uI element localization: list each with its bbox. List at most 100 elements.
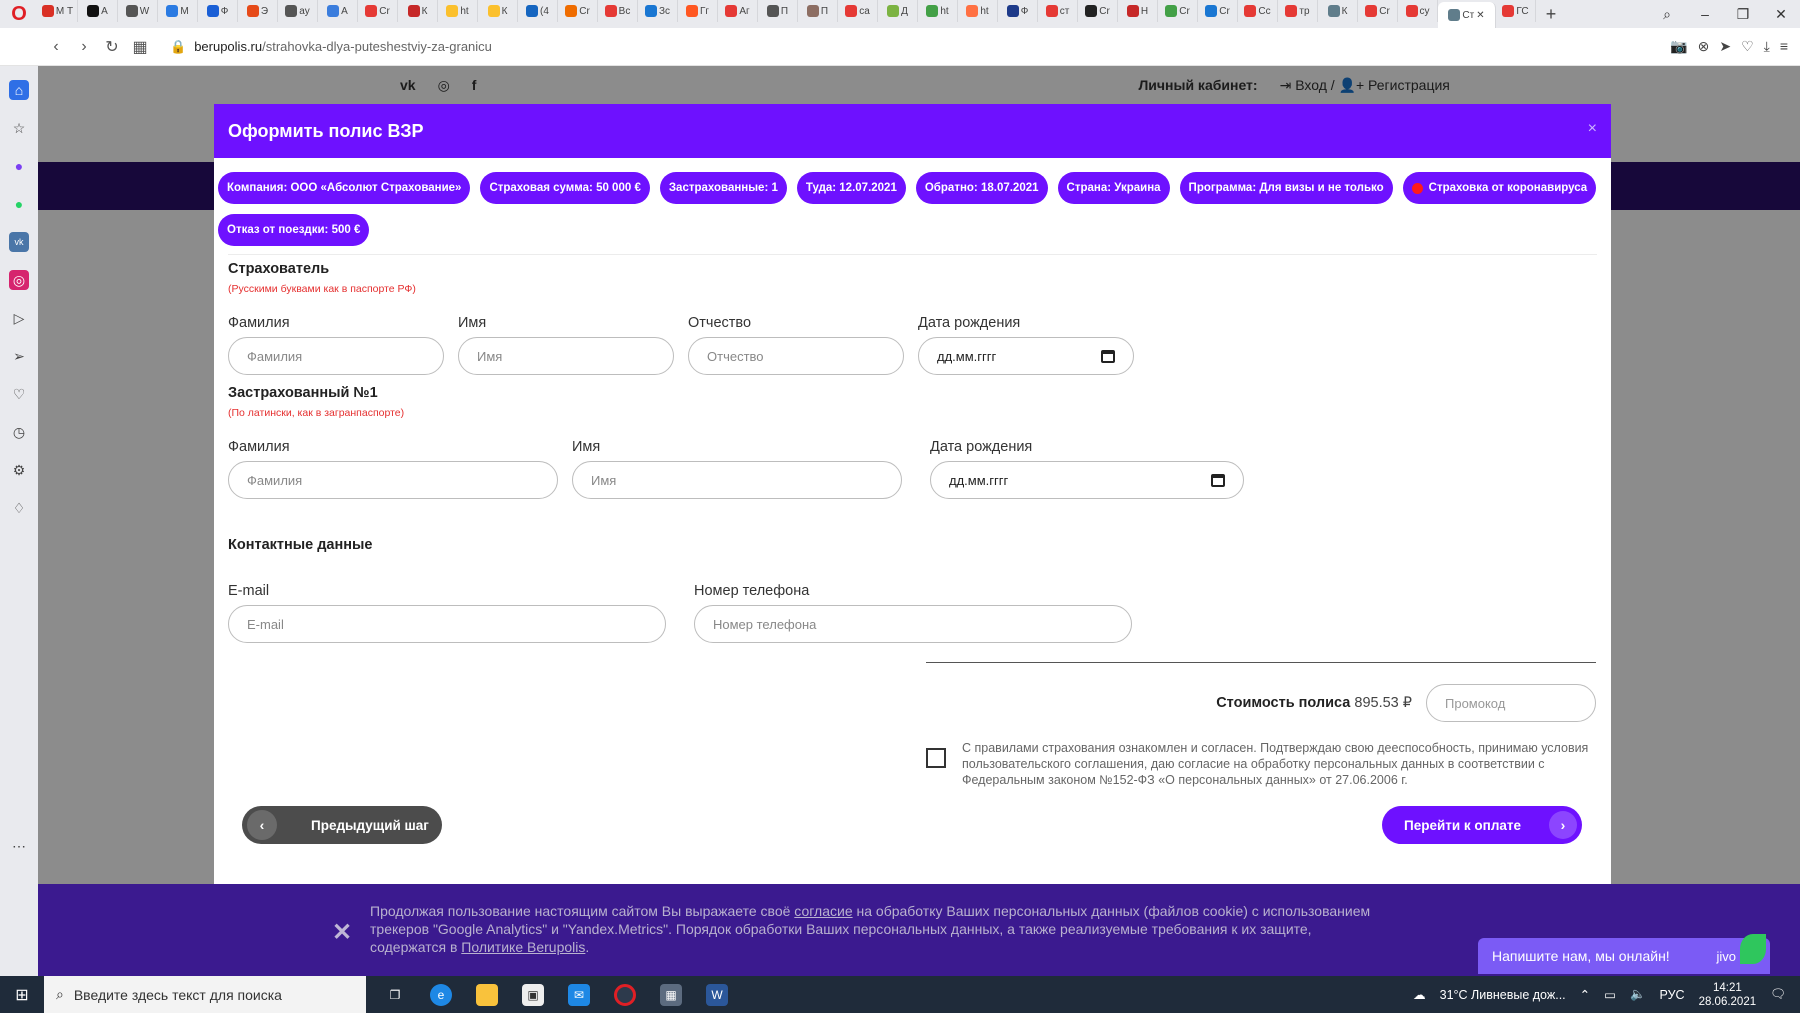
browser-tab[interactable]: Э	[238, 0, 278, 22]
browser-tab[interactable]: А	[318, 0, 358, 22]
browser-tab[interactable]: су	[1398, 0, 1438, 22]
browser-tab[interactable]: M Т	[38, 0, 78, 22]
browser-tab[interactable]: К	[478, 0, 518, 22]
weather-icon[interactable]: ☁	[1413, 987, 1426, 1002]
history-icon[interactable]: ◷	[9, 422, 29, 442]
browser-tab[interactable]: ст	[1038, 0, 1078, 22]
settings-icon[interactable]: ⚙	[9, 460, 29, 480]
send-icon[interactable]: ➤	[1719, 38, 1731, 55]
word-icon[interactable]: W	[706, 983, 728, 1006]
restore-button[interactable]: ❐	[1724, 0, 1762, 28]
insured-lastname-input[interactable]: Фамилия	[228, 461, 558, 499]
insured-firstname-input[interactable]: Имя	[572, 461, 902, 499]
browser-tab[interactable]: ht	[958, 0, 998, 22]
browser-tab[interactable]: (4	[518, 0, 558, 22]
new-tab-button[interactable]: +	[1536, 4, 1566, 25]
browser-tab[interactable]: Cr	[1158, 0, 1198, 22]
tips-icon[interactable]: ♢	[9, 498, 29, 518]
opera-taskbar-icon[interactable]	[614, 983, 636, 1006]
heart-icon[interactable]: ♡	[1741, 38, 1754, 55]
browser-tab[interactable]: A	[78, 0, 118, 22]
mail-icon[interactable]: ✉	[568, 983, 590, 1006]
insurer-birthdate-input[interactable]: дд.мм.гггг	[918, 337, 1134, 375]
insurer-middlename-input[interactable]: Отчество	[688, 337, 904, 375]
browser-tab[interactable]: Cr	[358, 0, 398, 22]
url-field[interactable]: 🔒 berupolis.ru/strahovka-dlya-puteshestv…	[170, 39, 492, 55]
go-to-payment-button[interactable]: Перейти к оплате ›	[1382, 806, 1582, 844]
taskbar-search[interactable]: ⌕ Введите здесь текст для поиска	[44, 976, 366, 1013]
opera-menu-icon[interactable]: O	[0, 0, 38, 28]
browser-tab[interactable]: П	[758, 0, 798, 22]
task-view-icon[interactable]: ❐	[384, 984, 406, 1006]
agreement-checkbox[interactable]	[926, 748, 946, 768]
browser-tab[interactable]: Cr	[558, 0, 598, 22]
back-icon[interactable]: ‹	[42, 38, 70, 56]
notification-icon[interactable]: 🗨	[1770, 987, 1786, 1002]
weather-text[interactable]: 31°C Ливневые дож...	[1440, 988, 1566, 1002]
download-icon[interactable]: ⤓	[1764, 38, 1770, 55]
browser-tab[interactable]: Сс	[1238, 0, 1278, 22]
adblock-icon[interactable]: ⊗	[1698, 38, 1710, 55]
store-icon[interactable]: ▣	[522, 983, 544, 1006]
search-tabs-icon[interactable]: ⌕	[1648, 0, 1686, 28]
favorites-icon[interactable]: ♡	[9, 384, 29, 404]
insured-birthdate-input[interactable]: дд.мм.гггг	[930, 461, 1244, 499]
close-icon[interactable]: ×	[1588, 120, 1597, 138]
close-icon[interactable]: ✕	[332, 918, 352, 947]
browser-tab[interactable]: К	[398, 0, 438, 22]
camera-icon[interactable]: 📷	[1670, 38, 1687, 55]
player-icon[interactable]: ▷	[9, 308, 29, 328]
volume-icon[interactable]: 🔈	[1630, 987, 1646, 1002]
explorer-icon[interactable]	[476, 983, 498, 1006]
home-icon[interactable]: ⌂	[9, 80, 29, 100]
calendar-icon[interactable]	[1101, 349, 1115, 363]
browser-tab[interactable]: ау	[278, 0, 318, 22]
browser-tab[interactable]: Cr	[1078, 0, 1118, 22]
browser-tab[interactable]: Аг	[718, 0, 758, 22]
browser-tab[interactable]: Гг	[678, 0, 718, 22]
edge-icon[interactable]: e	[430, 983, 452, 1006]
browser-tab[interactable]: М	[158, 0, 198, 22]
minimize-button[interactable]: –	[1686, 0, 1724, 28]
chat-widget[interactable]: Напишите нам, мы онлайн! jivo	[1478, 934, 1770, 974]
messenger-icon[interactable]: ●	[9, 156, 29, 176]
browser-tab[interactable]: Cr	[1198, 0, 1238, 22]
forward-icon[interactable]: ›	[70, 38, 98, 56]
more-icon[interactable]: ⋯	[9, 836, 29, 856]
calendar-icon[interactable]	[1211, 473, 1225, 487]
insurer-firstname-input[interactable]: Имя	[458, 337, 674, 375]
browser-tab[interactable]: ht	[918, 0, 958, 22]
insurer-lastname-input[interactable]: Фамилия	[228, 337, 444, 375]
browser-tab[interactable]: W	[118, 0, 158, 22]
browser-tab[interactable]: К	[1318, 0, 1358, 22]
browser-tab[interactable]: Н	[1118, 0, 1158, 22]
calculator-icon[interactable]: ▦	[660, 983, 682, 1006]
browser-tab[interactable]: Ф	[998, 0, 1038, 22]
vk-icon[interactable]: vk	[9, 232, 29, 252]
browser-tab[interactable]: Ф	[198, 0, 238, 22]
browser-tab[interactable]: ГС	[1496, 0, 1536, 22]
speed-dial-icon[interactable]: ▦	[126, 37, 154, 57]
browser-tab[interactable]: Зс	[638, 0, 678, 22]
previous-step-button[interactable]: ‹ Предыдущий шаг	[242, 806, 442, 844]
browser-tab[interactable]: ht	[438, 0, 478, 22]
language-indicator[interactable]: РУС	[1660, 988, 1685, 1002]
browser-tab[interactable]: Вс	[598, 0, 638, 22]
menu-icon[interactable]: ≡	[1780, 38, 1788, 55]
network-icon[interactable]: ▭	[1604, 987, 1616, 1002]
flow-icon[interactable]: ➢	[9, 346, 29, 366]
windows-start-icon[interactable]: ⊞	[0, 985, 44, 1005]
tray-chevron-icon[interactable]: ⌃	[1580, 987, 1590, 1002]
whatsapp-icon[interactable]: ●	[9, 194, 29, 214]
close-window-button[interactable]: ✕	[1762, 0, 1800, 28]
browser-tab[interactable]: Cr	[1358, 0, 1398, 22]
close-tab-icon[interactable]: ✕	[1476, 10, 1484, 21]
promo-input[interactable]: Промокод	[1426, 684, 1596, 722]
instagram-icon[interactable]: ◎	[9, 270, 29, 290]
browser-tab[interactable]: Ст ✕	[1438, 2, 1496, 28]
phone-input[interactable]: Номер телефона	[694, 605, 1132, 643]
browser-tab[interactable]: Д	[878, 0, 918, 22]
browser-tab[interactable]: П	[798, 0, 838, 22]
bookmark-icon[interactable]: ☆	[9, 118, 29, 138]
privacy-policy-link[interactable]: Политике Berupolis	[461, 939, 585, 955]
